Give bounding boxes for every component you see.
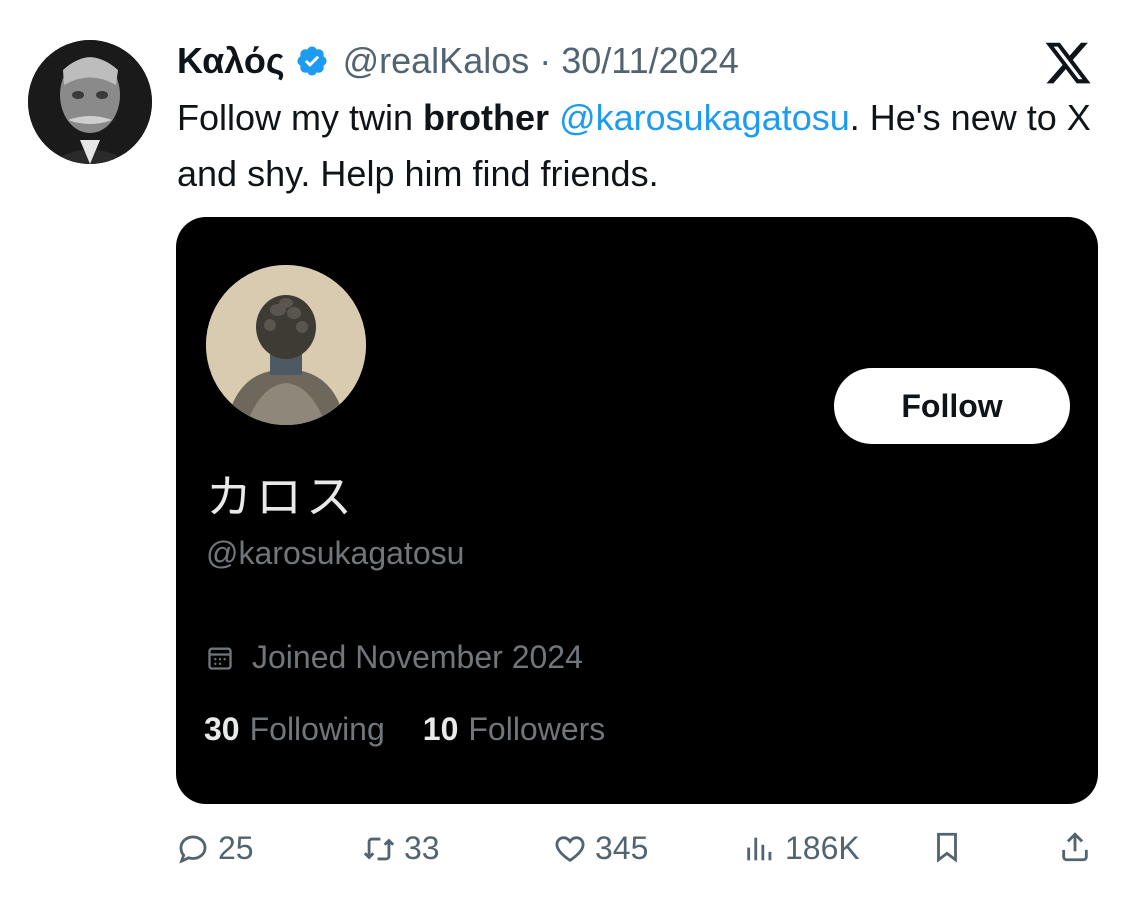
following-label: Following <box>249 711 385 747</box>
following-stat: 30 Following <box>204 711 385 748</box>
card-avatar <box>206 265 366 425</box>
tweet-text-space <box>549 97 559 138</box>
following-count: 30 <box>204 711 240 747</box>
like-count: 345 <box>595 830 649 866</box>
profile-card-image[interactable]: Follow カロス @karosukagatosu Joined Novemb… <box>176 217 1098 804</box>
views-icon <box>747 837 772 860</box>
bookmark-button[interactable] <box>930 830 972 864</box>
tweet-text-part1: Follow my twin <box>177 97 424 138</box>
followers-stat: 10 Followers <box>423 711 606 748</box>
reply-count: 25 <box>218 830 254 866</box>
reply-button[interactable]: 25 <box>176 830 254 867</box>
card-display-name: カロス <box>206 470 356 524</box>
like-button[interactable]: 345 <box>553 830 648 867</box>
tweet-text-bold: brother <box>423 97 550 138</box>
follow-button[interactable]: Follow <box>834 368 1070 444</box>
followers-count: 10 <box>422 711 459 747</box>
reply-icon <box>179 835 207 864</box>
tweet-text: Follow my twin brother @karosukagatosu. … <box>177 90 1102 202</box>
tweet-header: Καλός @realKalos · 30/11/2024 <box>177 36 739 86</box>
calendar-icon <box>208 647 232 670</box>
followers-label: Followers <box>468 711 606 747</box>
verified-badge-icon[interactable] <box>295 44 329 78</box>
repost-count: 33 <box>404 830 440 866</box>
author-avatar-image <box>28 40 152 164</box>
author-handle-date[interactable]: @realKalos · 30/11/2024 <box>343 40 739 82</box>
tweet-mention-link[interactable]: @karosukagatosu <box>559 97 850 138</box>
share-icon <box>1062 832 1088 862</box>
joined-label: Joined November 2024 <box>252 639 583 675</box>
author-avatar[interactable] <box>28 40 152 164</box>
x-logo-icon[interactable] <box>1040 38 1096 88</box>
author-display-name[interactable]: Καλός <box>177 40 285 82</box>
card-handle: @karosukagatosu <box>206 535 465 571</box>
joined-date: Joined November 2024 <box>206 639 583 676</box>
repost-button[interactable]: 33 <box>362 830 440 867</box>
bookmark-icon <box>937 832 957 863</box>
repost-icon <box>363 837 395 860</box>
tweet-action-bar: 25 33 345 186K <box>0 830 1125 880</box>
follow-stats: 30 Following 10 Followers <box>204 711 643 748</box>
share-button[interactable] <box>1058 830 1100 864</box>
views-count: 186K <box>785 830 860 866</box>
views-button[interactable]: 186K <box>743 830 860 867</box>
card-avatar-image <box>206 265 366 425</box>
like-icon <box>555 835 585 862</box>
